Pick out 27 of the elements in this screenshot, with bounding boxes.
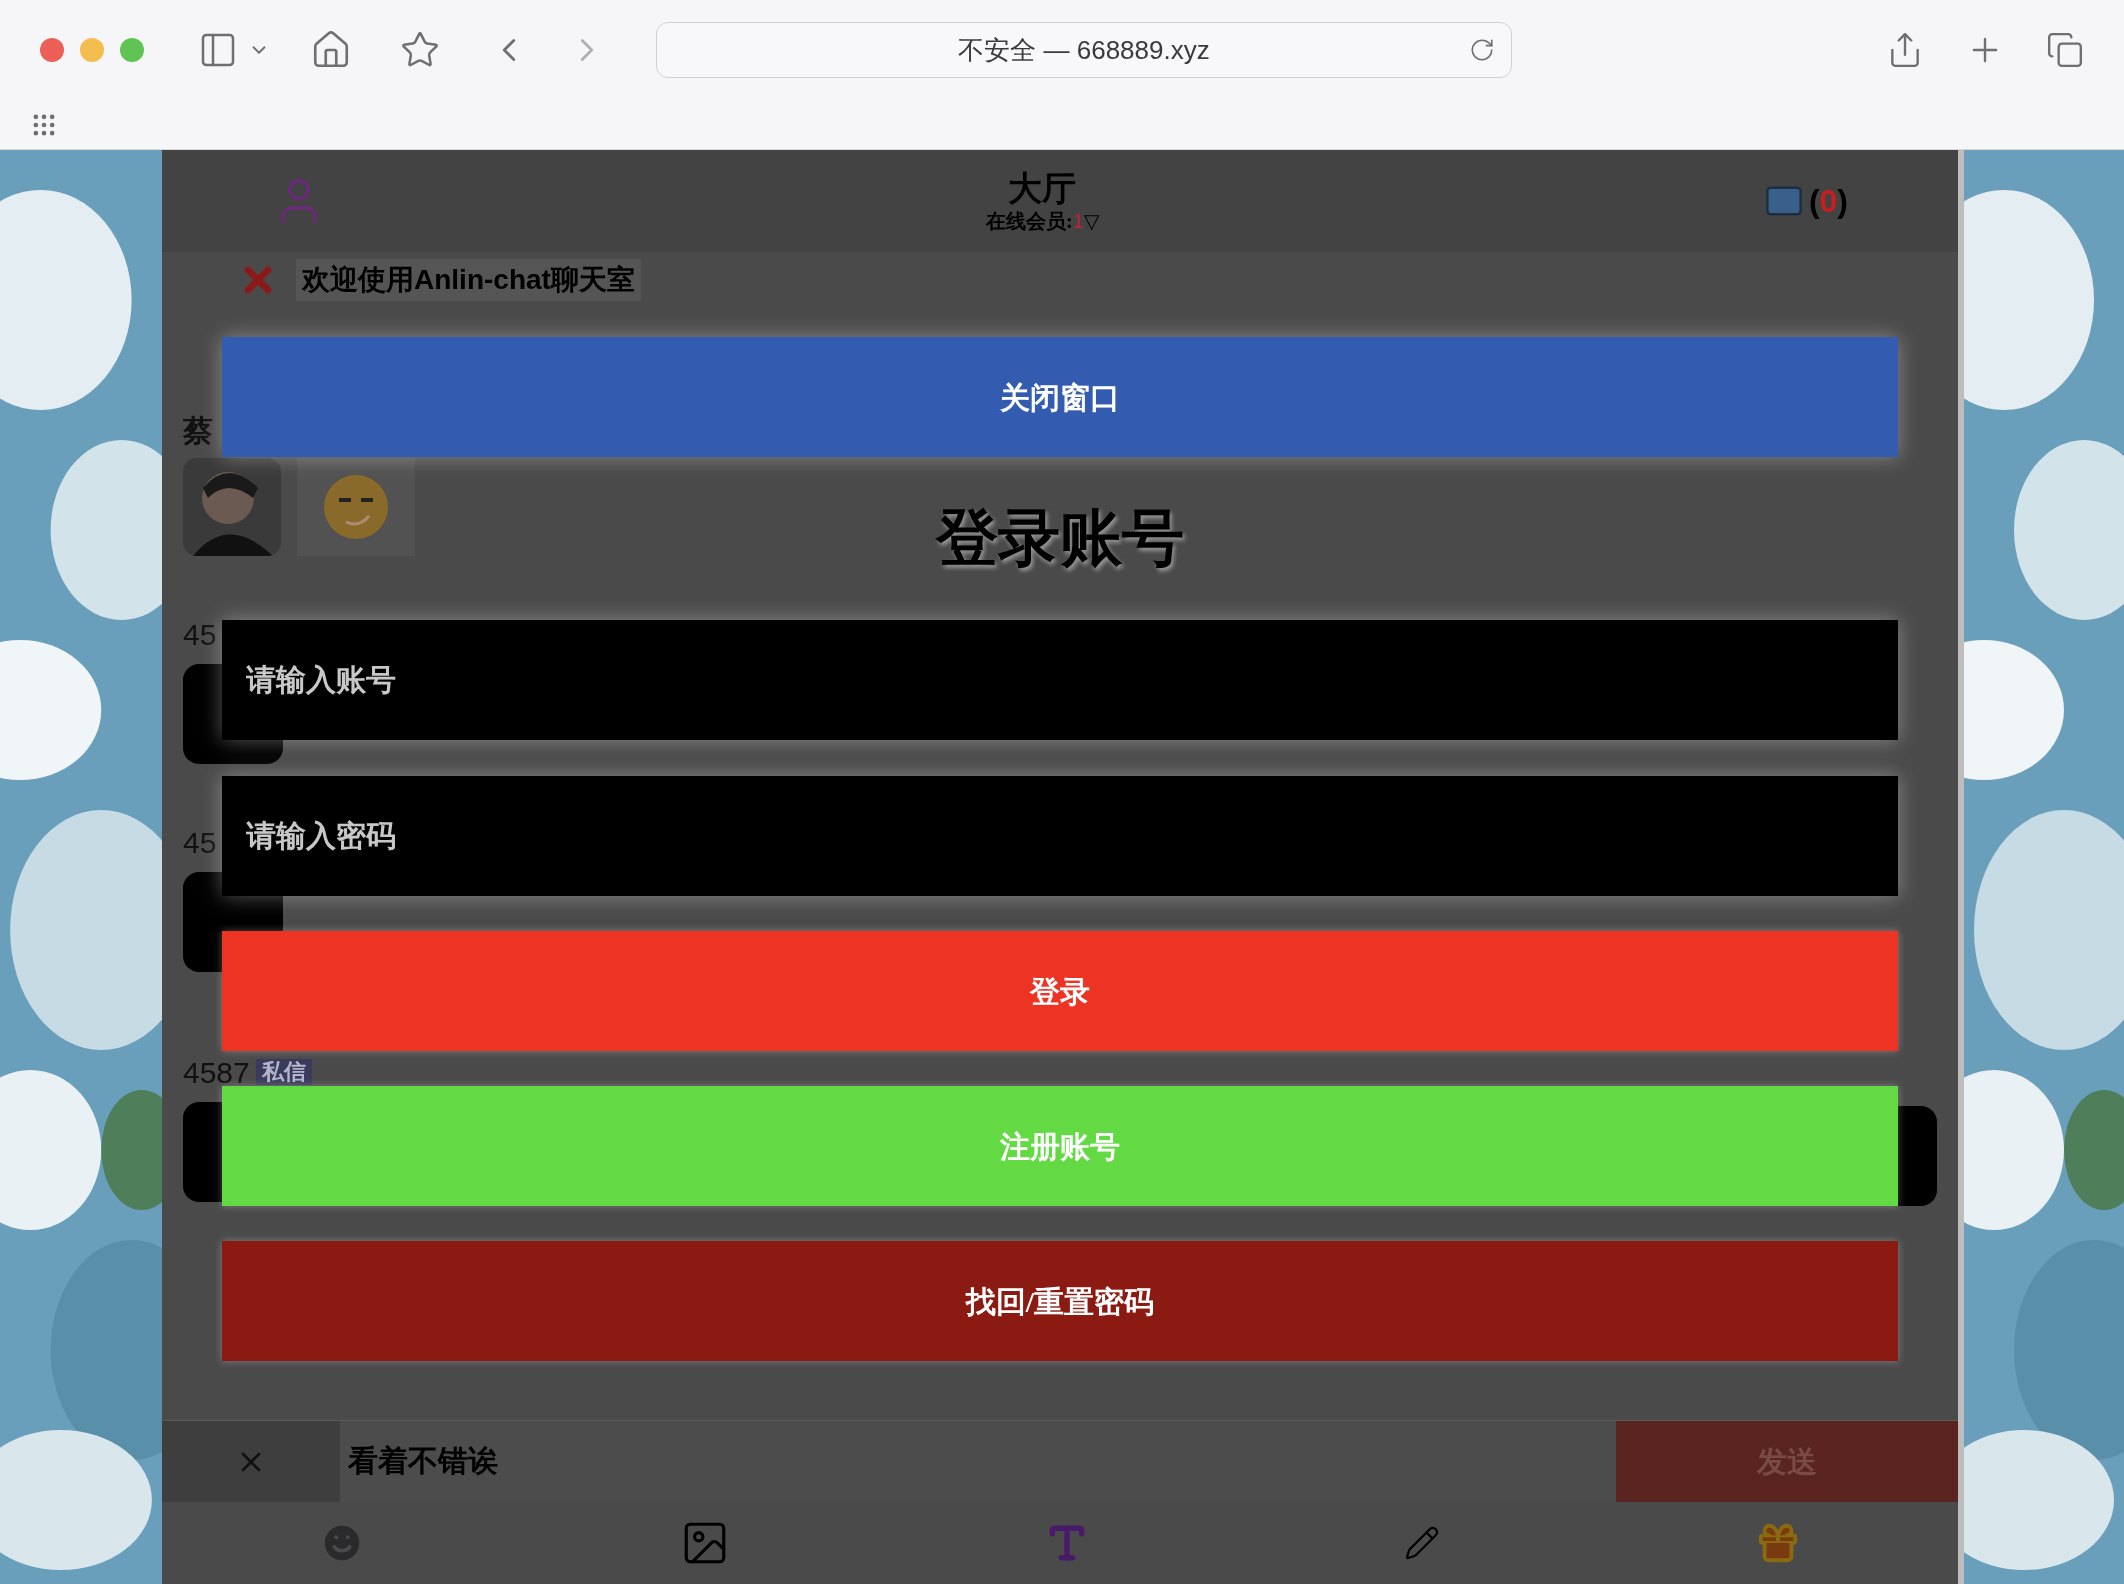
reset-password-button[interactable]: 找回/重置密码 (222, 1241, 1898, 1361)
private-message-tag[interactable]: 私信 (255, 1059, 312, 1085)
minimize-window-button[interactable] (80, 38, 104, 62)
address-bar[interactable]: 不安全 — 668889.xyz (656, 22, 1512, 78)
password-field[interactable]: 请输入密码 (222, 776, 1898, 896)
welcome-notice: 欢迎使用Anlin-chat聊天室 (296, 259, 641, 301)
message-field[interactable]: 看着不错诶 (340, 1421, 1616, 1502)
sender-name: 45 (183, 824, 217, 861)
login-title: 登录账号 (936, 503, 1184, 574)
tabs-overview-icon[interactable] (2046, 31, 2084, 69)
room-title: 大厅 (1008, 169, 1077, 209)
sender-name: 45 (183, 616, 217, 653)
online-count: 1 (1072, 209, 1084, 233)
mail-count: 0 (1819, 182, 1838, 221)
online-members-label: 在线会员: (986, 209, 1073, 233)
close-window-button[interactable] (40, 38, 64, 62)
maximize-window-button[interactable] (120, 38, 144, 62)
dropdown-toggle[interactable]: ▽ (1083, 209, 1099, 233)
account-field[interactable]: 请输入账号 (222, 620, 1898, 740)
close-window-button[interactable]: 关闭窗口 (222, 337, 1898, 457)
reload-icon[interactable] (1469, 37, 1495, 63)
mail-bracket: ) (1837, 182, 1848, 221)
pencil-icon[interactable] (1403, 1525, 1440, 1561)
login-button[interactable]: 登录 (222, 931, 1898, 1051)
mail-bracket: ( (1808, 182, 1820, 221)
sender-name: 蔡 (183, 412, 213, 449)
emoji-face-icon (321, 472, 391, 542)
